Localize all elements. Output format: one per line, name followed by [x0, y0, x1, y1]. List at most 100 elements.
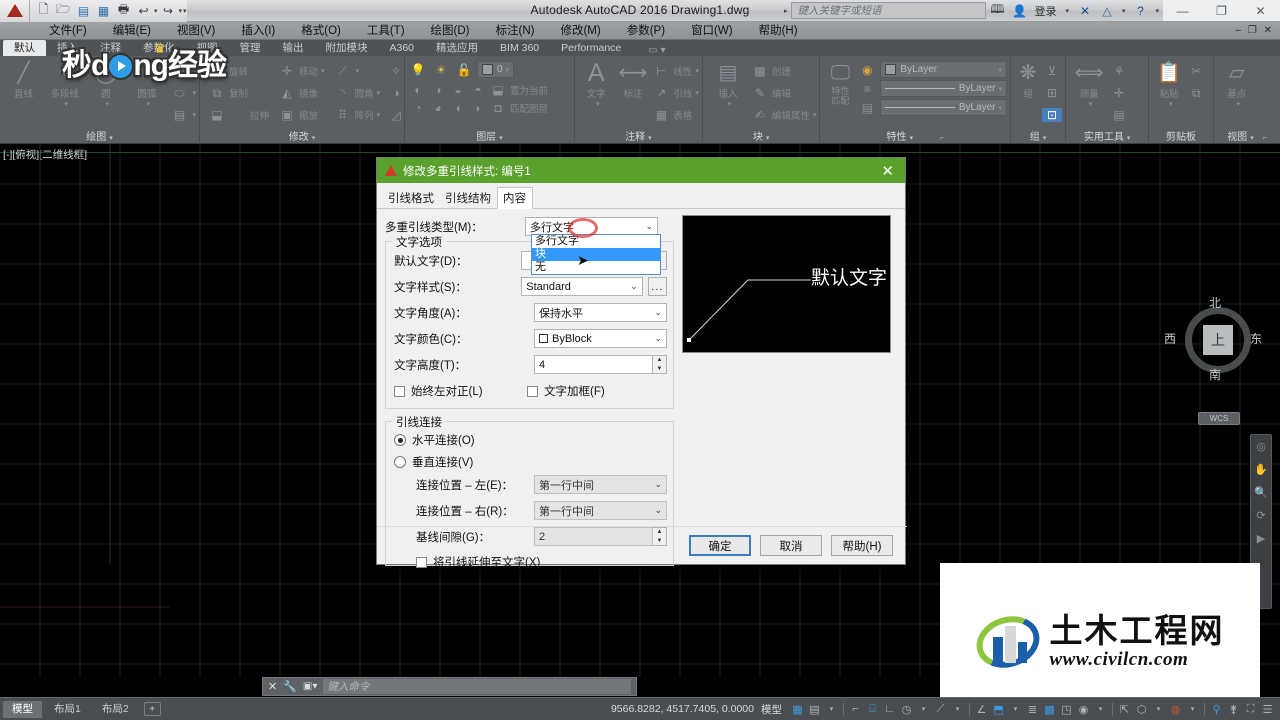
paste-dropdown-icon[interactable]: ▾ — [1166, 100, 1173, 108]
ribbon-tab-default[interactable]: 默认 — [3, 40, 46, 56]
close-icon[interactable]: ✕ — [268, 680, 277, 693]
always-left-justify-checkbox[interactable]: 始终左对正(L) — [394, 380, 527, 402]
table-icon[interactable]: ▦ — [651, 108, 671, 122]
text-style-combo[interactable]: Standard ⌄ — [521, 277, 643, 296]
lineweight-prop-icon[interactable]: ≡ — [857, 82, 877, 96]
insert-dropdown-icon[interactable]: ▾ — [725, 100, 732, 108]
menu-item-file[interactable]: 文件(F) — [36, 22, 100, 40]
layer-freeze-icon[interactable]: ☀ — [431, 63, 451, 77]
leader-dropdown-icon[interactable]: ▾ — [692, 89, 699, 97]
ribbon-tab-performance[interactable]: Performance — [550, 40, 632, 56]
linetype-combo[interactable]: ByLayer ▾ — [880, 99, 1008, 116]
ellipse-icon[interactable]: ⬭ — [170, 86, 190, 101]
layer-freeze2-icon[interactable]: ◓ — [468, 83, 488, 97]
scale-icon[interactable]: ▣ — [277, 108, 297, 122]
list-icon[interactable]: ▤ — [1109, 108, 1129, 122]
panel-title-properties[interactable]: 特性 ▾ ⌐ — [820, 128, 1010, 143]
layer-unisolate-icon[interactable]: ◒ — [448, 83, 468, 97]
annotation-text-button[interactable]: A 文字 ▾ — [578, 58, 615, 109]
layout-tab-model[interactable]: 模型 — [3, 700, 42, 718]
panel-title-utilities[interactable]: 实用工具 ▾ — [1066, 128, 1148, 143]
explode-icon[interactable]: ✧ — [386, 64, 406, 78]
linear-dim-dropdown-icon[interactable]: ▾ — [692, 67, 699, 75]
menu-item-parametric[interactable]: 参数(P) — [614, 22, 678, 40]
isometric-dropdown-icon[interactable]: ▾ — [949, 698, 966, 720]
copy-icon[interactable]: ⧉ — [207, 86, 227, 101]
polyline-dropdown-icon[interactable]: ▾ — [61, 100, 68, 108]
edit-attribute-icon[interactable]: ✍ — [750, 108, 770, 122]
cut-icon[interactable]: ✂ — [1186, 64, 1206, 78]
chevron-down-icon[interactable]: ⌄ — [630, 281, 642, 292]
leader-icon[interactable]: ↗ — [651, 86, 671, 100]
layer-isolate-icon[interactable]: ◑ — [428, 83, 448, 97]
text-dropdown-icon[interactable]: ▾ — [593, 100, 600, 108]
menu-item-edit[interactable]: 编辑(E) — [100, 22, 164, 40]
view-cube-top-face[interactable]: 上 — [1203, 325, 1233, 355]
panel-title-view[interactable]: 视图 ▾ ⌐ — [1214, 128, 1280, 143]
ribbon-display-options-icon[interactable]: ▭ ▾ — [648, 45, 665, 56]
layer-lock-icon[interactable]: 🔓 — [454, 63, 474, 77]
chamfer-icon[interactable]: ◿ — [386, 108, 406, 122]
group-selection-icon[interactable]: ⊡ — [1042, 108, 1063, 122]
circle-dropdown-icon[interactable]: ▾ — [103, 100, 110, 108]
array-icon[interactable]: ⠿ — [333, 108, 353, 122]
panel-title-modify[interactable]: 修改 ▾ — [200, 128, 404, 143]
edit-block-icon[interactable]: ✎ — [750, 86, 770, 100]
layer-thaw-icon[interactable]: ◕ — [428, 101, 448, 115]
text-height-spinner[interactable]: ▲ ▼ — [653, 355, 667, 374]
command-input[interactable]: 键入命令 — [323, 679, 631, 694]
text-height-input[interactable]: 4 — [534, 355, 653, 374]
ungroup-icon[interactable]: ⊻ — [1042, 64, 1062, 78]
cancel-button[interactable]: 取消 — [760, 535, 822, 556]
text-style-browse-button[interactable]: ... — [647, 277, 667, 296]
trim-dropdown-icon[interactable]: ▾ — [353, 67, 360, 75]
group-button[interactable]: ❋ 组 — [1014, 58, 1042, 100]
mirror-icon[interactable]: ◭ — [277, 86, 297, 100]
ribbon-tab-bim360[interactable]: BIM 360 — [489, 40, 550, 56]
inner-window-controls[interactable]: – ❐ ✕ — [1236, 25, 1280, 36]
workspace-dropdown-icon[interactable]: ▾ — [1184, 698, 1201, 720]
coordinate-display[interactable]: 9566.8282, 4517.7405, 0.0000 — [611, 703, 754, 715]
create-block-icon[interactable]: ▩ — [750, 64, 770, 78]
wrench-icon[interactable]: 🔧 — [283, 680, 297, 693]
ribbon-tab-addins[interactable]: 附加模块 — [315, 40, 379, 56]
chevron-down-icon[interactable]: ▾ — [503, 66, 510, 74]
linetype-prop-icon[interactable]: ▤ — [857, 101, 877, 115]
workspace-icon[interactable]: ◍ — [1167, 698, 1184, 720]
view-cube-east[interactable]: 东 — [1250, 330, 1262, 347]
table-draw-icon[interactable]: ▤ — [170, 108, 190, 122]
view-cube-south[interactable]: 南 — [1209, 366, 1221, 383]
chevron-down-icon[interactable]: ▾ — [996, 66, 1003, 74]
layer-properties-icon[interactable]: 💡 — [408, 63, 428, 77]
vertical-attach-radio[interactable]: 垂直连接(V) — [394, 451, 667, 473]
modify-mleader-style-dialog[interactable]: 修改多重引线样式: 编号1 ✕ 引线格式 引线结构 内容 多重引线类型(M)： … — [376, 157, 907, 569]
view-dialog-launcher-icon[interactable]: ⌐ — [1262, 135, 1266, 142]
annotation-dimension-button[interactable]: ⟷ 标注 — [615, 58, 652, 100]
spinner-up-icon[interactable]: ▲ — [653, 356, 666, 365]
move-icon[interactable]: ✛ — [277, 64, 297, 78]
measure-button[interactable]: ⟺ 测量 ▾ — [1069, 58, 1109, 108]
measure-dropdown-icon[interactable]: ▾ — [1086, 100, 1093, 108]
chevron-down-icon[interactable]: ⌄ — [654, 479, 666, 490]
transparency-icon[interactable]: ▩ — [1041, 698, 1058, 720]
selection-cycling-icon[interactable]: ◳ — [1058, 698, 1075, 720]
steering-wheel-icon[interactable]: ◎ — [1256, 440, 1266, 453]
stretch-icon[interactable]: ⬓ — [207, 108, 227, 122]
dialog-tab-leader-structure[interactable]: 引线结构 — [440, 188, 497, 208]
menu-item-help[interactable]: 帮助(H) — [746, 22, 811, 40]
lineweight-combo[interactable]: ByLayer ▾ — [880, 80, 1008, 97]
panel-title-group[interactable]: 组 ▾ — [1011, 128, 1065, 143]
3d-snap-dropdown-icon[interactable]: ▾ — [1092, 698, 1109, 720]
dropdown-option-block[interactable]: 块 — [532, 248, 660, 261]
paste-button[interactable]: 📋 粘贴 ▾ — [1152, 58, 1186, 108]
zoom-icon[interactable]: 🔍 — [1254, 486, 1268, 499]
text-color-combo[interactable]: ByBlock ⌄ — [534, 329, 667, 348]
orbit-icon[interactable]: ⟳ — [1256, 509, 1265, 522]
fullscreen-icon[interactable]: ⛶ — [1242, 698, 1259, 720]
text-angle-combo[interactable]: 保持水平 ⌄ — [534, 303, 667, 322]
isometric-icon[interactable]: ⟋ — [932, 698, 949, 720]
menu-item-draw[interactable]: 绘图(D) — [418, 22, 483, 40]
polar-dropdown-icon[interactable]: ▾ — [915, 698, 932, 720]
annotation-visibility-icon[interactable]: ⇱ — [1116, 698, 1133, 720]
horizontal-attach-radio[interactable]: 水平连接(O) — [394, 429, 667, 451]
